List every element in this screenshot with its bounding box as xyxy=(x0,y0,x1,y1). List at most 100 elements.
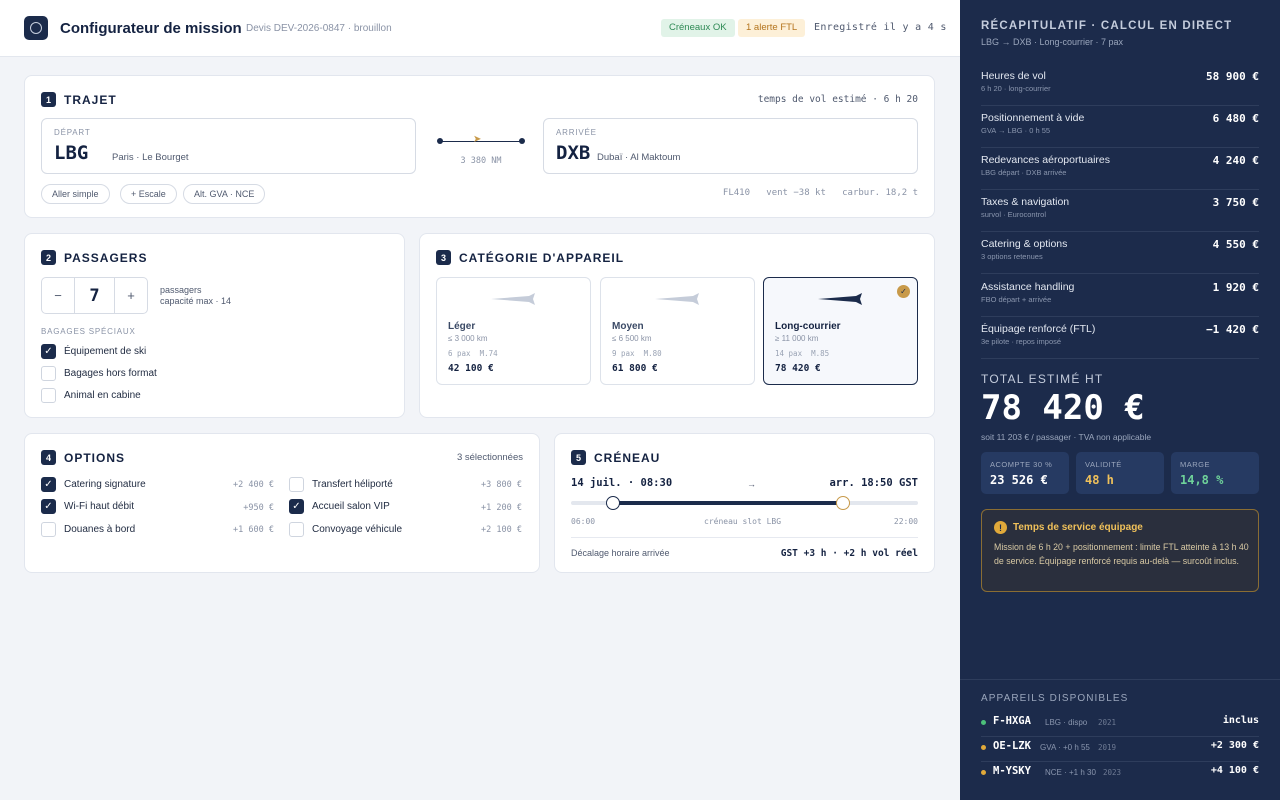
line-label: Taxes & navigation xyxy=(981,196,1070,208)
category-long-range[interactable]: ✓ Long-courrier ≥ 11 000 km 14 pax M.85 … xyxy=(763,277,918,385)
category-spec: 9 pax M.80 xyxy=(612,349,662,358)
departure-label: DÉPART xyxy=(54,128,91,137)
kpi-value: 14,8 % xyxy=(1180,473,1224,487)
aircraft-registration: F-HXGA xyxy=(993,715,1031,727)
category-medium[interactable]: Moyen ≤ 6 500 km 9 pax M.80 61 800 € xyxy=(600,277,755,385)
line-label: Assistance handling xyxy=(981,281,1075,293)
checkbox-label: Animal en cabine xyxy=(64,390,141,401)
checkbox-checked[interactable]: ✓ xyxy=(41,477,56,492)
options-selected-count: 3 sélectionnées xyxy=(456,452,523,463)
checkbox-unchecked[interactable] xyxy=(289,477,304,492)
recap-panel: RÉCAPITULATIF · CALCUL EN DIRECT LBG → D… xyxy=(960,0,1280,800)
fleet-item[interactable]: OE-LZK GVA · +0 h 55 2019 +2 300 € xyxy=(981,737,1259,762)
line-label: Heures de vol xyxy=(981,70,1046,82)
option-catering[interactable]: ✓ Catering signature xyxy=(41,477,146,492)
scale-label: créneau slot LBG xyxy=(704,517,782,526)
fleet-item[interactable]: M-YSKY NCE · +1 h 30 2023 +4 100 € xyxy=(981,762,1259,787)
option-customs[interactable]: Douanes à bord xyxy=(41,522,135,537)
checkbox-label: Bagages hors format xyxy=(64,368,157,379)
kpi-value: 48 h xyxy=(1085,473,1114,487)
alert-title: Temps de service équipage xyxy=(1013,522,1143,533)
ftl-alert-badge[interactable]: 1 alerte FTL xyxy=(738,19,806,37)
decrement-button[interactable]: − xyxy=(42,278,74,313)
increment-button[interactable]: + xyxy=(115,278,147,313)
arrow-right-icon: → xyxy=(747,479,756,489)
line-amount: 6 480 € xyxy=(1212,112,1259,125)
arrival-field[interactable]: ARRIVÉE DXB Dubaï · Al Maktoum xyxy=(543,118,918,174)
chip-add-stop[interactable]: + Escale xyxy=(120,184,177,204)
plane-icon: ➤ xyxy=(473,134,482,145)
option-vip-lounge[interactable]: ✓ Accueil salon VIP xyxy=(289,499,390,514)
checkbox-checked[interactable]: ✓ xyxy=(41,344,56,359)
chip-alternates[interactable]: Alt. GVA · NCE xyxy=(183,184,266,204)
baggage-ski[interactable]: ✓ Équipement de ski xyxy=(41,344,146,359)
step-number: 5 xyxy=(571,450,586,465)
line-label: Positionnement à vide xyxy=(981,112,1085,124)
passagers-card: 2 PASSAGERS − 7 + passagers capacité max… xyxy=(24,233,405,418)
baggage-oversize[interactable]: Bagages hors format xyxy=(41,366,157,381)
option-price: +950 € xyxy=(243,503,274,513)
scale-end: 22:00 xyxy=(893,517,918,526)
line-detail: FBO départ + arrivée xyxy=(981,295,1052,304)
option-wifi[interactable]: ✓ Wi-Fi haut débit xyxy=(41,499,134,514)
option-vehicle[interactable]: Convoyage véhicule xyxy=(289,522,402,537)
option-label: Catering signature xyxy=(64,479,146,490)
checkbox-checked[interactable]: ✓ xyxy=(289,499,304,514)
step-number: 4 xyxy=(41,450,56,465)
checkbox-unchecked[interactable] xyxy=(41,522,56,537)
fleet-item[interactable]: F-HXGA LBG · dispo 2021 inclus xyxy=(981,712,1259,737)
baggage-pet[interactable]: Animal en cabine xyxy=(41,388,141,403)
option-price: +3 800 € xyxy=(481,480,522,490)
checkbox-unchecked[interactable] xyxy=(41,388,56,403)
kpi-label: MARGE xyxy=(1180,460,1211,469)
checkbox-unchecked[interactable] xyxy=(41,366,56,381)
passenger-stepper: − 7 + xyxy=(41,277,148,314)
line-detail: GVA → LBG · 0 h 55 xyxy=(981,126,1051,135)
availability-dot xyxy=(981,720,986,725)
aircraft-registration: M-YSKY xyxy=(993,765,1031,777)
line-label: Catering & options xyxy=(981,238,1068,250)
trajet-card: 1 TRAJET temps de vol estimé · 6 h 20 DÉ… xyxy=(24,75,935,218)
capacity-note: capacité max · 14 xyxy=(160,296,232,306)
aircraft-location: NCE · +1 h 30 xyxy=(1045,768,1096,777)
option-price: +1 600 € xyxy=(233,525,274,535)
total-label: TOTAL ESTIMÉ HT xyxy=(981,372,1104,386)
kpi-deposit: ACOMPTE 30 % 23 526 € xyxy=(981,452,1069,494)
option-price: +2 100 € xyxy=(481,525,522,535)
chip-one-way[interactable]: Aller simple xyxy=(41,184,110,204)
option-heli-transfer[interactable]: Transfert héliporté xyxy=(289,477,393,492)
line-amount: 1 920 € xyxy=(1212,281,1259,294)
checkbox-unchecked[interactable] xyxy=(289,522,304,537)
category-light[interactable]: Léger ≤ 3 000 km 6 pax M.74 42 100 € xyxy=(436,277,591,385)
section-title: OPTIONS xyxy=(64,450,126,465)
warning-icon: ! xyxy=(994,521,1007,534)
slots-ok-badge[interactable]: Créneaux OK xyxy=(661,19,735,37)
slot-start-handle[interactable] xyxy=(606,496,620,510)
step-number: 2 xyxy=(41,250,56,265)
option-label: Accueil salon VIP xyxy=(312,501,390,512)
line-detail: 3e pilote · repos imposé xyxy=(981,337,1062,346)
category-price: 42 100 € xyxy=(448,363,494,374)
line-crew: Équipage renforcé (FTL) 3e pilote · repo… xyxy=(981,317,1259,359)
selected-check-icon: ✓ xyxy=(897,285,910,298)
checkbox-checked[interactable]: ✓ xyxy=(41,499,56,514)
long-range-jet-icon xyxy=(818,293,862,305)
step-number: 3 xyxy=(436,250,451,265)
recap-subtitle: LBG → DXB · Long-courrier · 7 pax xyxy=(981,37,1124,47)
line-amount: −1 420 € xyxy=(1206,323,1259,336)
aircraft-year: 2019 xyxy=(1098,743,1117,752)
app-logo[interactable] xyxy=(24,16,48,40)
line-label: Équipage renforcé (FTL) xyxy=(981,323,1096,335)
quote-reference: Devis DEV-2026-0847 · brouillon xyxy=(246,23,392,34)
slot-range-slider[interactable] xyxy=(571,496,918,510)
total-value: 78 420 € xyxy=(981,388,1145,428)
arrival-code: DXB xyxy=(556,142,591,164)
category-spec: 14 pax M.85 xyxy=(775,349,830,358)
line-amount: 3 750 € xyxy=(1212,196,1259,209)
option-price: +2 400 € xyxy=(233,480,274,490)
departure-field[interactable]: DÉPART LBG Paris · Le Bourget xyxy=(41,118,416,174)
passenger-count[interactable]: 7 xyxy=(74,278,115,313)
slot-end-handle[interactable] xyxy=(836,496,850,510)
divider xyxy=(571,537,918,538)
medium-jet-icon xyxy=(655,293,699,305)
